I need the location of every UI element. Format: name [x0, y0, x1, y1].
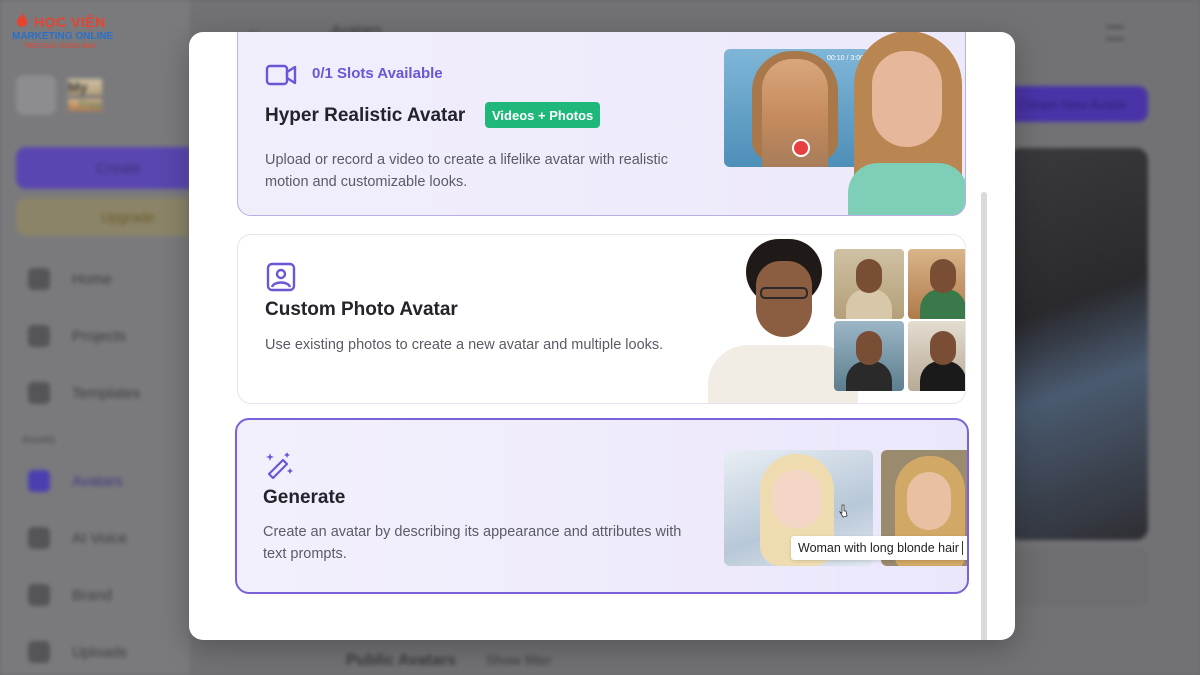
prompt-example-text: Woman with long blonde hair: [791, 536, 967, 560]
sidebar-item-label: Brand: [72, 586, 113, 604]
sidebar-item-projects[interactable]: Projects: [28, 325, 126, 347]
sidebar-item-label: Uploads: [72, 643, 128, 661]
brand-line-1: HỌC VIỆN: [34, 14, 106, 30]
custom-photo-avatar-card[interactable]: Custom Photo Avatar Use existing photos …: [237, 234, 966, 404]
workspace-plan: ∙ Free: [68, 99, 102, 111]
sidebar-section-label: Assets: [22, 434, 56, 446]
photo-thumbnail: [834, 249, 904, 319]
public-avatars-title: Public Avatars: [346, 652, 456, 669]
voice-icon: [28, 527, 50, 549]
cursor-icon: [839, 504, 848, 518]
create-new-avatar-button[interactable]: Create New Avatar: [998, 86, 1148, 122]
sidebar-item-avatars[interactable]: Avatars: [28, 470, 123, 492]
text-caret: [961, 541, 963, 555]
flame-icon: [16, 12, 28, 27]
video-camera-icon: [265, 64, 297, 86]
create-button[interactable]: Create: [16, 147, 216, 189]
card-description: Create an avatar by describing its appea…: [263, 524, 682, 562]
card-description: Use existing photos to create a new avat…: [265, 337, 664, 353]
sidebar-item-label: Home: [72, 270, 113, 288]
filter-toggle[interactable]: Show filter: [486, 652, 551, 670]
plan-badge: Free: [79, 99, 102, 111]
photo-thumbnail: [834, 321, 904, 391]
sidebar-item-label: Avatars: [72, 472, 123, 490]
upgrade-button[interactable]: Upgrade: [16, 198, 216, 236]
photo-thumbnail: [908, 321, 965, 391]
slots-available: 0/1 Slots Available: [312, 65, 443, 82]
workspace-name: My: [68, 79, 102, 95]
brand-icon: [28, 584, 50, 606]
card-description: Upload or record a video to create a lif…: [265, 152, 668, 190]
sidebar-item-home[interactable]: Home: [28, 268, 112, 290]
hyper-realistic-avatar-card[interactable]: 0/1 Slots Available Hyper Realistic Avat…: [237, 32, 966, 216]
card-title: Custom Photo Avatar: [265, 299, 458, 320]
workspace-avatar: [16, 75, 56, 115]
sidebar-item-brand[interactable]: Brand: [28, 584, 112, 606]
sidebar: My ∙ Free Create Upgrade Home Projects Te…: [0, 0, 216, 675]
prompt-text: Woman with long blonde hair: [798, 541, 959, 555]
magic-wand-icon: [266, 452, 293, 480]
sidebar-item-uploads[interactable]: Uploads: [28, 641, 127, 663]
public-avatars-header: Public Avatars Show filter: [346, 652, 551, 670]
avatar-preview-image: [1008, 148, 1148, 540]
folder-icon: [28, 325, 50, 347]
sidebar-item-label: Templates: [72, 384, 141, 402]
brand-line-3: TIEN DUC HUNG BAN: [24, 43, 96, 50]
scrollbar-thumb[interactable]: [981, 192, 987, 640]
sidebar-item-label: AI Voice: [72, 529, 128, 547]
template-icon: [28, 382, 50, 404]
brand-logo: HỌC VIỆN MARKETING ONLINE TIEN DUC HUNG …: [8, 10, 118, 52]
sidebar-item-ai-voice[interactable]: AI Voice: [28, 527, 127, 549]
brand-line-2: MARKETING ONLINE: [12, 31, 114, 42]
avatar-woman-image: [838, 32, 965, 215]
avatar-info-card: [1008, 548, 1148, 606]
upload-icon: [28, 641, 50, 663]
videos-photos-badge: Videos + Photos: [485, 102, 601, 128]
avatar-icon: [28, 470, 50, 492]
create-avatar-modal: 0/1 Slots Available Hyper Realistic Avat…: [189, 32, 1015, 640]
workspace-header[interactable]: My ∙ Free: [16, 75, 102, 115]
card-title: Hyper Realistic Avatar: [265, 105, 466, 126]
sidebar-item-templates[interactable]: Templates: [28, 382, 140, 404]
menu-icon[interactable]: [1106, 26, 1124, 40]
card-title: Generate: [263, 487, 346, 508]
record-button: [792, 139, 810, 157]
home-icon: [28, 268, 50, 290]
photo-thumbnail: [908, 249, 965, 319]
generate-avatar-card[interactable]: Generate Create an avatar by describing …: [235, 418, 969, 594]
scrollbar[interactable]: [981, 192, 987, 640]
image-icon: [266, 262, 296, 292]
sidebar-item-label: Projects: [72, 327, 127, 345]
